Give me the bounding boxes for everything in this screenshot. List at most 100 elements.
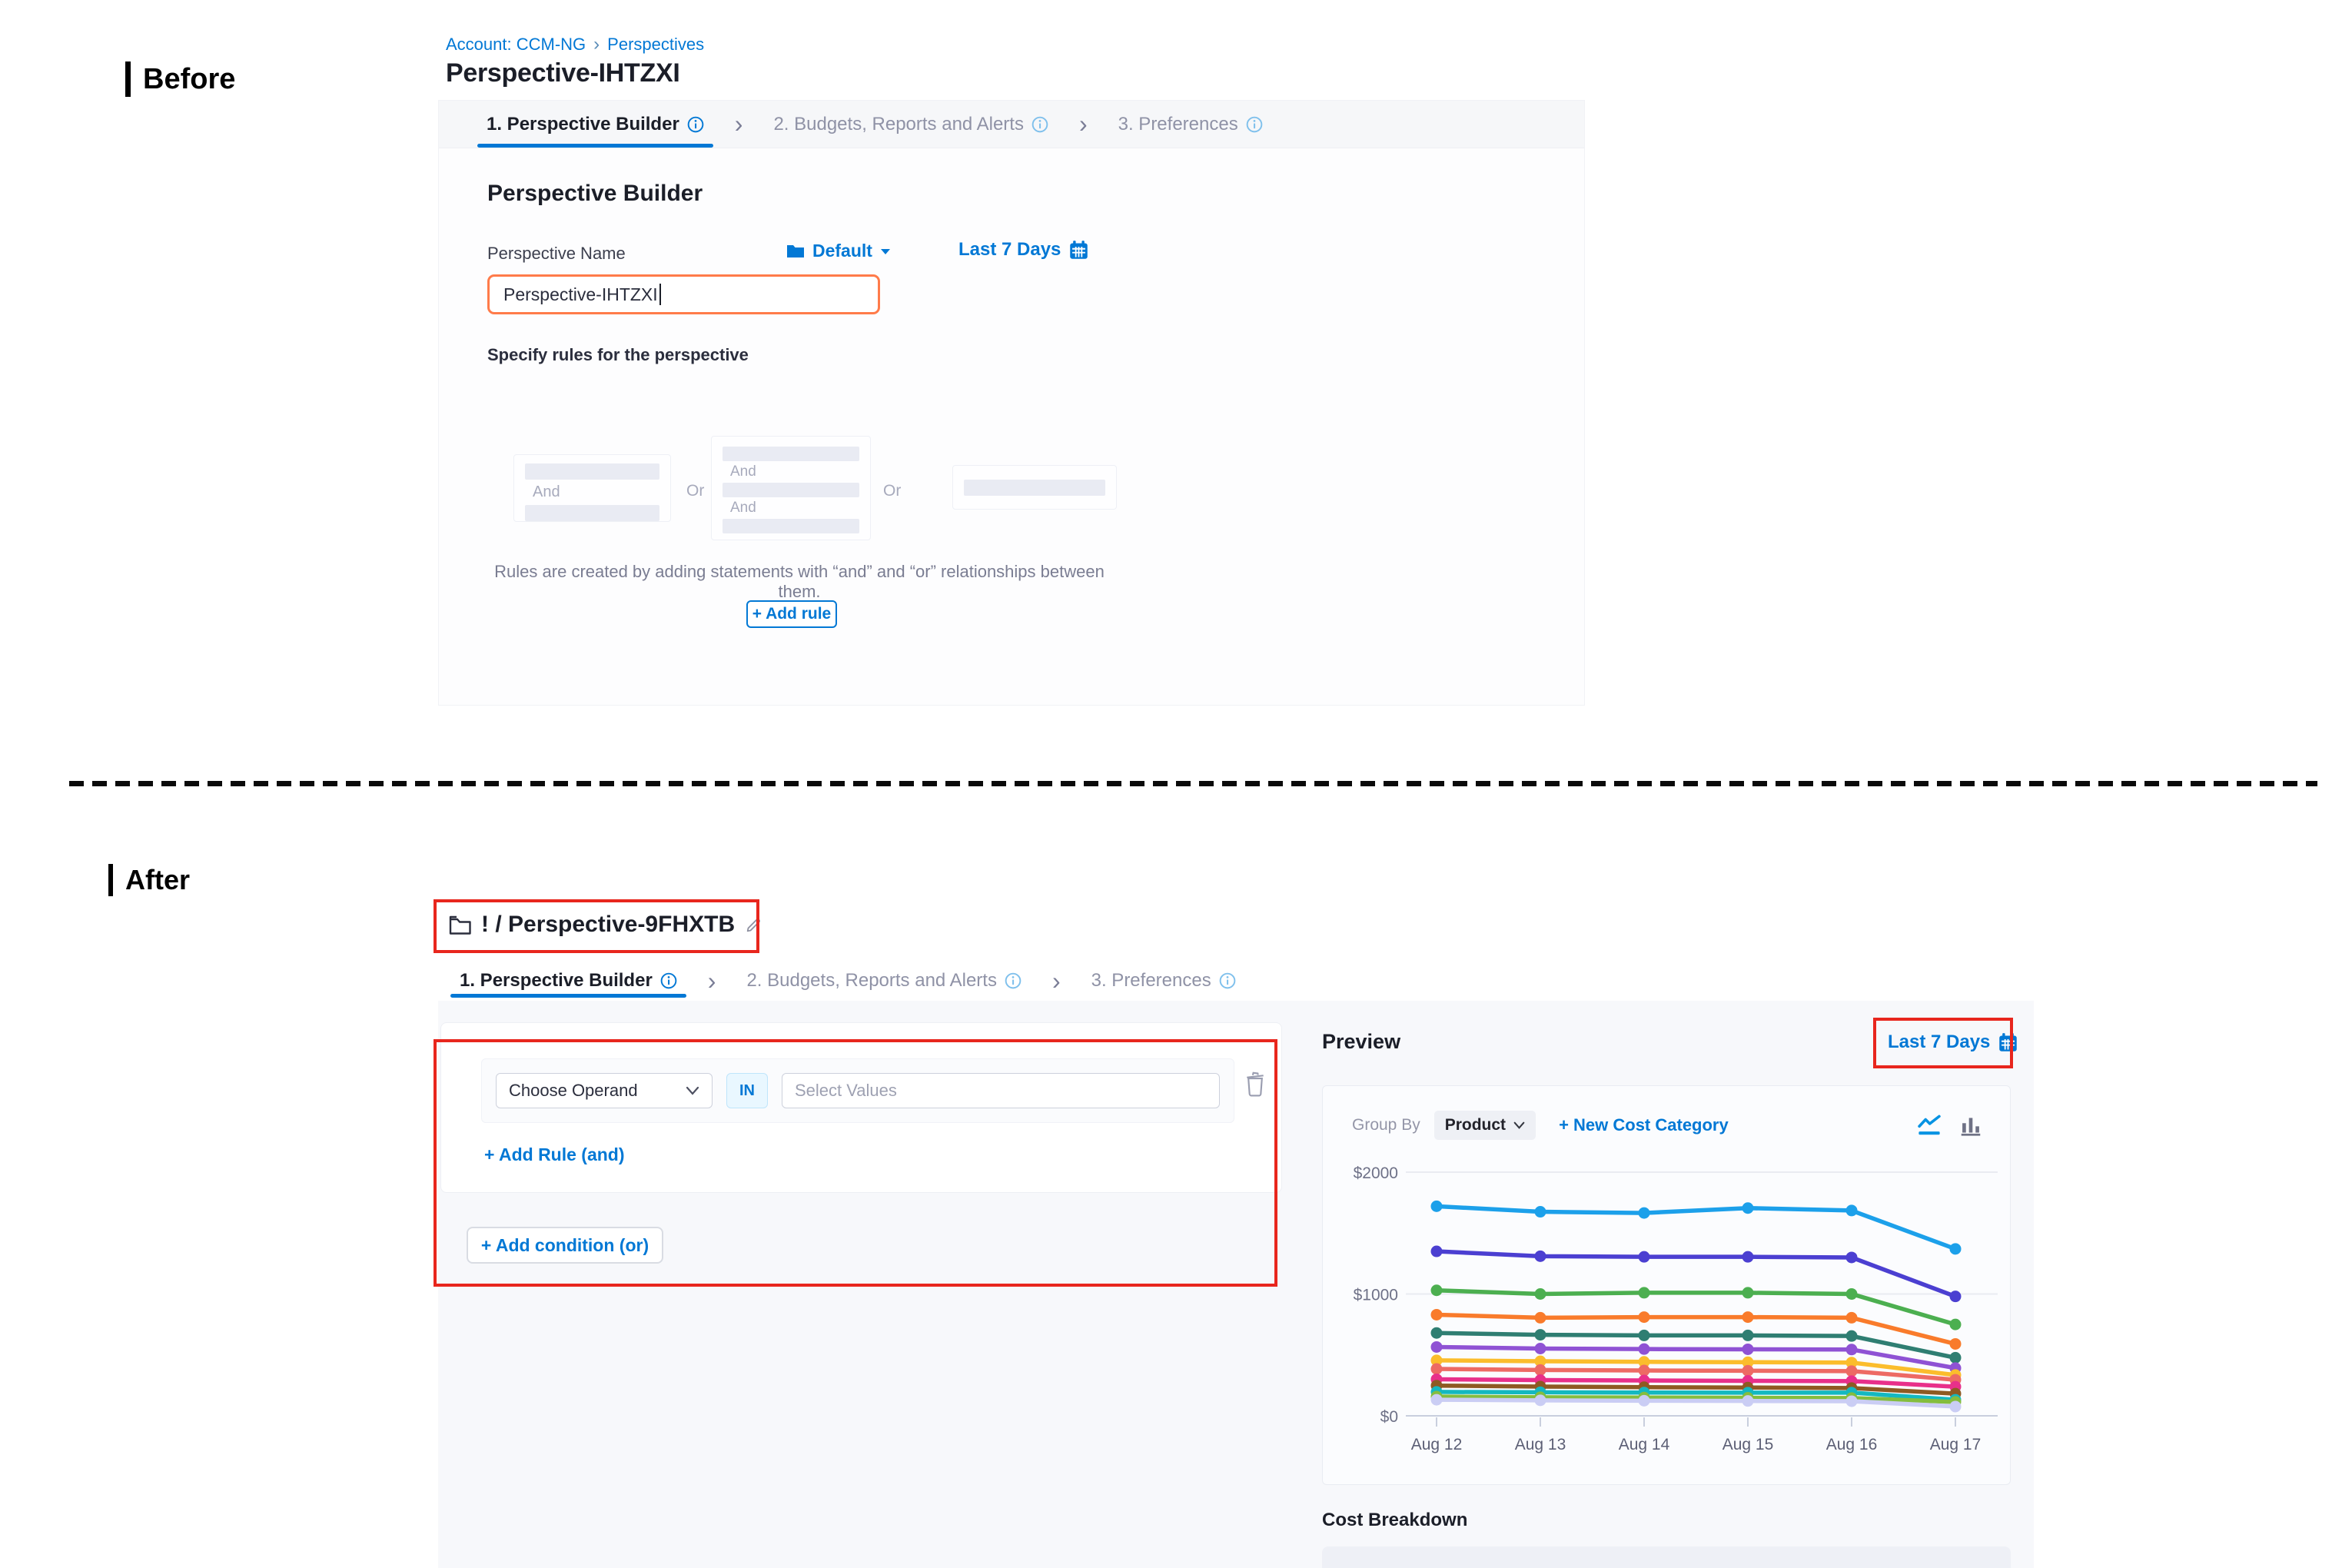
perspective-name-input[interactable]: Perspective-IHTZXI — [487, 274, 880, 314]
skeleton-bar — [723, 447, 859, 461]
before-tab-bar: 1. Perspective Builder › 2. Budgets, Rep… — [439, 101, 1584, 148]
before-card: 1. Perspective Builder › 2. Budgets, Rep… — [438, 100, 1585, 706]
svg-text:Aug 17: Aug 17 — [1930, 1436, 1982, 1453]
info-icon — [1031, 116, 1048, 133]
folder-selector-value: Default — [812, 241, 872, 261]
info-icon — [1219, 972, 1236, 989]
group-by-value: Product — [1445, 1116, 1506, 1134]
before-after-divider — [69, 781, 2317, 786]
svg-text:$2000: $2000 — [1354, 1164, 1398, 1182]
after-section-label: After — [108, 864, 190, 896]
skeleton-or-label: Or — [686, 482, 704, 500]
rule-builder-card: Choose Operand IN + Add Rule (and) — [440, 1022, 1282, 1193]
skeleton-bar — [723, 519, 859, 533]
page: Before Account: CCM-NG › Perspectives Pe… — [0, 0, 2352, 1568]
skeleton-or-label: Or — [883, 482, 901, 500]
svg-text:Aug 15: Aug 15 — [1722, 1436, 1774, 1453]
chart-type-toggle — [1916, 1114, 1982, 1137]
calendar-icon — [1998, 1032, 2018, 1053]
skeleton-and-label: And — [723, 461, 859, 483]
after-page-title: ! / Perspective-9FHXTB — [481, 912, 735, 938]
tab-label: 2. Budgets, Reports and Alerts — [746, 970, 997, 992]
info-icon — [1005, 972, 1022, 989]
skeleton-rule-card-1: And — [513, 454, 671, 522]
skeleton-bar — [723, 483, 859, 497]
breadcrumb-perspectives-link[interactable]: Perspectives — [607, 35, 704, 55]
after-date-range-picker[interactable]: Last 7 Days — [1888, 1031, 2018, 1053]
tab-label: 1. Perspective Builder — [460, 970, 653, 992]
before-date-range-picker[interactable]: Last 7 Days — [958, 239, 1089, 261]
tab-perspective-builder[interactable]: 1. Perspective Builder — [477, 101, 713, 148]
specify-rules-label: Specify rules for the perspective — [487, 345, 749, 365]
breadcrumb-account-link[interactable]: Account: CCM-NG — [446, 35, 586, 55]
folder-icon — [786, 244, 805, 259]
group-by-select[interactable]: Product — [1434, 1111, 1536, 1140]
cost-breakdown-card-edge — [1322, 1546, 2011, 1568]
tab-preferences[interactable]: 3. Preferences — [1109, 101, 1272, 148]
info-icon — [1246, 116, 1263, 133]
new-cost-category-link[interactable]: + New Cost Category — [1559, 1115, 1729, 1135]
bar-chart-icon[interactable] — [1959, 1114, 1982, 1137]
tab-budgets-reports-alerts[interactable]: 2. Budgets, Reports and Alerts — [737, 964, 1031, 998]
operand-select-value: Choose Operand — [509, 1081, 638, 1101]
tab-separator-icon: › — [1031, 964, 1082, 998]
svg-text:Aug 16: Aug 16 — [1826, 1436, 1878, 1453]
rules-help-text: Rules are created by adding statements w… — [492, 562, 1107, 602]
skeleton-rule-card-3 — [952, 465, 1117, 510]
select-values-input[interactable] — [782, 1073, 1220, 1108]
breadcrumb: Account: CCM-NG › Perspectives — [446, 34, 704, 55]
folder-open-icon — [449, 915, 472, 935]
skeleton-bar — [525, 505, 659, 521]
perspective-name-input-value: Perspective-IHTZXI — [503, 284, 658, 305]
tab-separator-icon: › — [1058, 101, 1109, 148]
tab-perspective-builder[interactable]: 1. Perspective Builder — [450, 964, 686, 998]
before-section-label: Before — [125, 61, 235, 97]
tab-label: 2. Budgets, Reports and Alerts — [773, 114, 1024, 135]
breadcrumb-chevron-icon: › — [593, 34, 600, 55]
before-section-label-text: Before — [143, 63, 235, 96]
date-range-value: Last 7 Days — [1888, 1031, 1990, 1053]
tab-separator-icon: › — [686, 964, 738, 998]
operand-select[interactable]: Choose Operand — [496, 1073, 713, 1108]
cost-breakdown-heading: Cost Breakdown — [1322, 1510, 1467, 1531]
chevron-down-icon — [1513, 1121, 1525, 1129]
add-condition-or-button[interactable]: + Add condition (or) — [467, 1227, 663, 1264]
folder-selector[interactable]: Default — [786, 241, 891, 261]
group-by-label: Group By — [1352, 1116, 1420, 1134]
tab-label: 1. Perspective Builder — [487, 114, 679, 135]
text-cursor — [659, 284, 661, 305]
after-section-label-text: After — [125, 864, 190, 896]
skeleton-and-label: And — [525, 480, 659, 505]
tab-label: 3. Preferences — [1118, 114, 1238, 135]
info-icon — [687, 116, 704, 133]
caret-down-icon — [880, 247, 891, 255]
preview-chart-svg: $0$1000$2000Aug 12Aug 13Aug 14Aug 15Aug … — [1338, 1154, 2007, 1469]
info-icon — [660, 972, 677, 989]
date-range-value: Last 7 Days — [958, 239, 1061, 261]
preview-card: Group By Product + New Cost Category $0 $… — [1322, 1085, 2011, 1485]
svg-text:Aug 14: Aug 14 — [1619, 1436, 1670, 1453]
svg-text:Aug 12: Aug 12 — [1411, 1436, 1463, 1453]
add-rule-and-link[interactable]: + Add Rule (and) — [484, 1144, 625, 1165]
preview-heading: Preview — [1322, 1030, 1400, 1054]
after-title-row: ! / Perspective-9FHXTB — [449, 912, 763, 938]
line-chart-icon[interactable] — [1916, 1114, 1942, 1137]
group-by-row: Group By Product + New Cost Category — [1352, 1111, 1982, 1140]
tab-budgets-reports-alerts[interactable]: 2. Budgets, Reports and Alerts — [764, 101, 1058, 148]
delete-trash-icon[interactable] — [1244, 1071, 1266, 1097]
edit-pencil-icon[interactable] — [744, 915, 763, 935]
builder-heading: Perspective Builder — [487, 181, 703, 207]
rule-row: Choose Operand IN — [481, 1058, 1234, 1123]
skeleton-bar — [964, 480, 1105, 496]
section-label-bar — [108, 864, 113, 896]
tab-preferences[interactable]: 3. Preferences — [1082, 964, 1245, 998]
svg-text:$0: $0 — [1380, 1408, 1398, 1426]
add-rule-button[interactable]: + Add rule — [746, 600, 837, 628]
perspective-name-label: Perspective Name — [487, 244, 626, 264]
operator-in-badge[interactable]: IN — [726, 1073, 768, 1108]
calendar-icon — [1068, 240, 1089, 261]
skeleton-and-label: And — [723, 497, 859, 519]
svg-text:$1000: $1000 — [1354, 1287, 1398, 1304]
after-tab-bar: 1. Perspective Builder › 2. Budgets, Rep… — [450, 964, 1245, 998]
tab-separator-icon: › — [713, 101, 765, 148]
